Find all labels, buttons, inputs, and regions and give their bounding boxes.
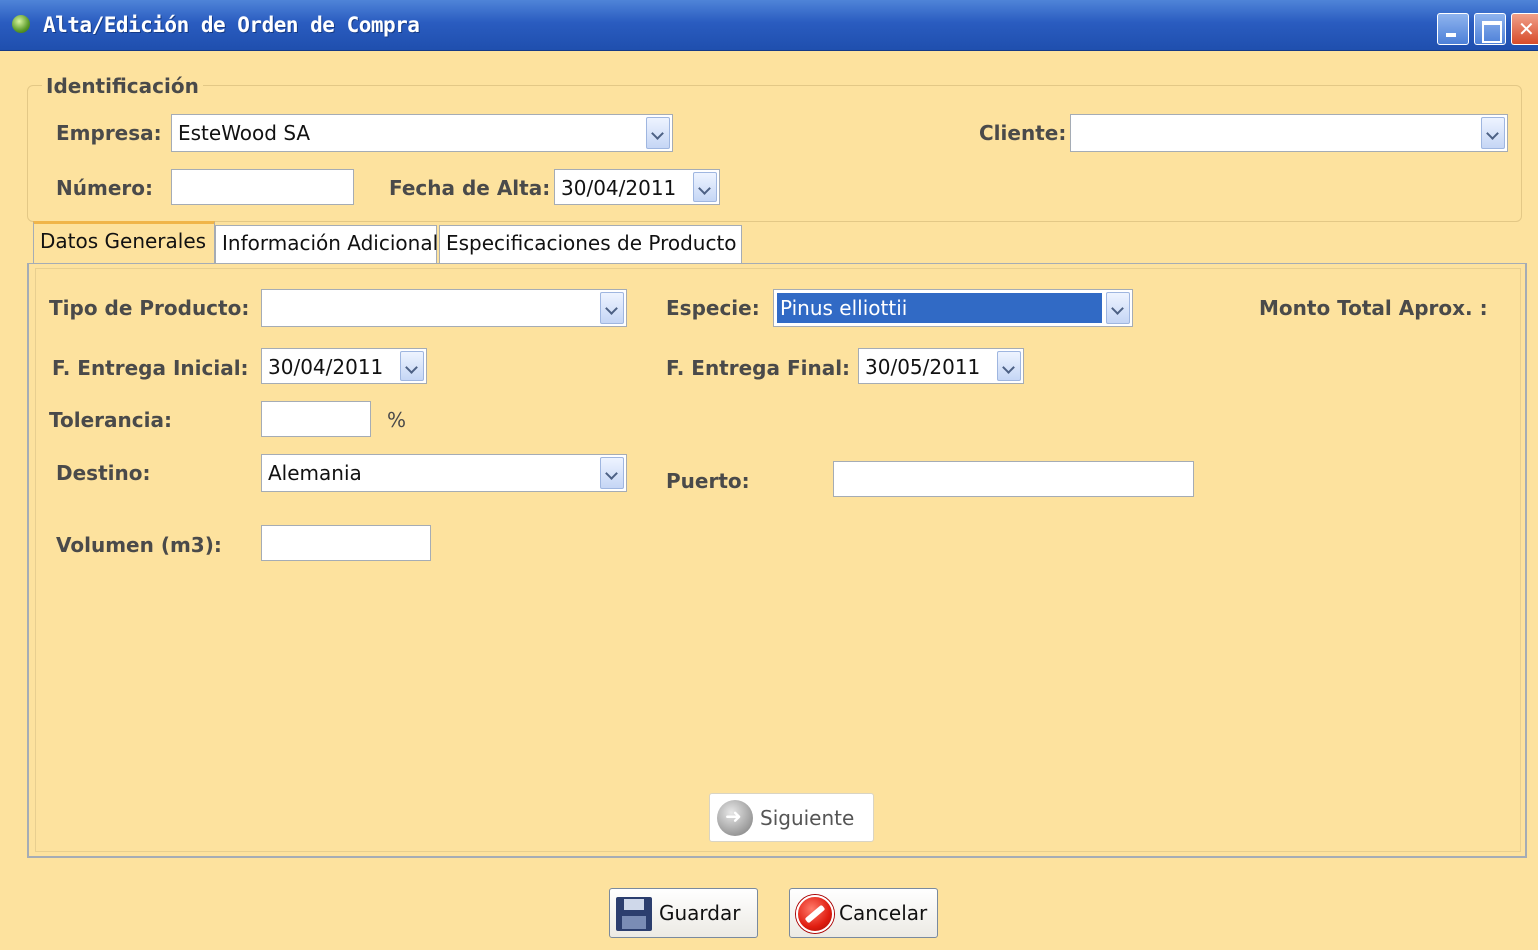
volumen-label: Volumen (m3): — [56, 533, 222, 557]
siguiente-button[interactable]: Siguiente — [709, 793, 874, 842]
volumen-input[interactable] — [261, 525, 431, 561]
destino-dropdown-icon[interactable] — [600, 457, 624, 489]
especie-value: Pinus elliottii — [777, 293, 1102, 323]
guardar-button[interactable]: Guardar — [609, 888, 758, 938]
destino-value: Alemania — [268, 461, 362, 485]
tab-panel-datos-generales — [27, 263, 1527, 858]
tolerancia-unit: % — [387, 408, 407, 432]
app-icon — [12, 15, 30, 33]
fecha-alta-value: 30/04/2011 — [561, 176, 677, 200]
dialog-window: Alta/Edición de Orden de Compra Identifi… — [0, 0, 1538, 950]
minimize-button[interactable] — [1437, 13, 1469, 45]
f-entrega-inicial-label: F. Entrega Inicial: — [52, 356, 249, 380]
fecha-alta-label: Fecha de Alta: — [389, 176, 551, 200]
empresa-select[interactable]: EsteWood SA — [171, 114, 673, 152]
tolerancia-label: Tolerancia: — [49, 408, 172, 432]
cliente-dropdown-icon[interactable] — [1481, 117, 1505, 149]
guardar-label: Guardar — [659, 901, 741, 925]
numero-label: Número: — [56, 176, 153, 200]
f-entrega-inicial-calendar-icon[interactable] — [400, 351, 424, 381]
puerto-label: Puerto: — [666, 469, 750, 493]
next-arrow-icon — [717, 800, 753, 836]
especie-dropdown-icon[interactable] — [1106, 292, 1130, 324]
tipo-producto-label: Tipo de Producto: — [49, 296, 250, 320]
numero-input[interactable] — [171, 169, 354, 205]
fecha-alta-calendar-icon[interactable] — [693, 172, 717, 202]
f-entrega-final-calendar-icon[interactable] — [997, 351, 1021, 381]
tipo-producto-select[interactable] — [261, 289, 627, 327]
cancel-icon — [796, 895, 834, 933]
maximize-button[interactable] — [1474, 13, 1506, 45]
siguiente-label: Siguiente — [760, 806, 855, 830]
empresa-dropdown-icon[interactable] — [646, 117, 670, 149]
identificacion-legend: Identificación — [42, 74, 203, 98]
cancelar-label: Cancelar — [839, 901, 928, 925]
save-disk-icon — [616, 897, 652, 931]
especie-label: Especie: — [666, 296, 760, 320]
puerto-input[interactable] — [833, 461, 1194, 497]
close-button[interactable] — [1511, 13, 1538, 45]
tab-datos-generales[interactable]: Datos Generales — [33, 221, 215, 263]
especie-select[interactable]: Pinus elliottii — [773, 289, 1133, 327]
f-entrega-final-date-picker[interactable]: 30/05/2011 — [858, 348, 1024, 384]
f-entrega-inicial-date-picker[interactable]: 30/04/2011 — [261, 348, 427, 384]
fecha-alta-date-picker[interactable]: 30/04/2011 — [554, 169, 720, 205]
empresa-label: Empresa: — [56, 121, 162, 145]
window-title: Alta/Edición de Orden de Compra — [43, 13, 420, 37]
f-entrega-final-label: F. Entrega Final: — [666, 356, 851, 380]
tab-informacion-adicional[interactable]: Información Adicional — [215, 225, 438, 263]
f-entrega-inicial-value: 30/04/2011 — [268, 355, 384, 379]
tab-especificaciones-producto[interactable]: Especificaciones de Producto — [439, 225, 742, 263]
title-bar[interactable]: Alta/Edición de Orden de Compra — [0, 0, 1538, 51]
tolerancia-input[interactable] — [261, 401, 371, 437]
empresa-value: EsteWood SA — [178, 121, 311, 145]
destino-label: Destino: — [56, 461, 151, 485]
destino-select[interactable]: Alemania — [261, 454, 627, 492]
cliente-select[interactable] — [1070, 114, 1508, 152]
monto-total-label: Monto Total Aprox. : — [1259, 296, 1488, 320]
tipo-producto-dropdown-icon[interactable] — [600, 292, 624, 324]
cliente-label: Cliente: — [979, 121, 1067, 145]
f-entrega-final-value: 30/05/2011 — [865, 355, 981, 379]
cancelar-button[interactable]: Cancelar — [789, 888, 938, 938]
